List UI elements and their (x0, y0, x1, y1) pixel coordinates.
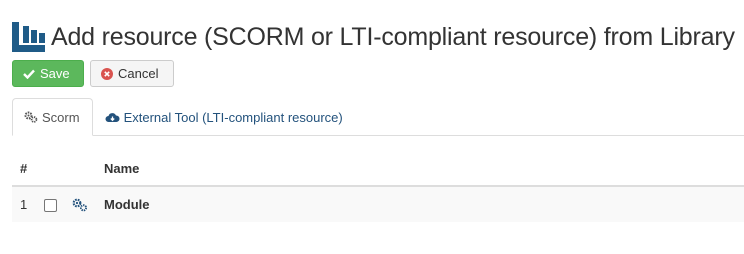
column-header-name: Name (104, 161, 140, 176)
tab-scorm-label: Scorm (42, 109, 80, 125)
row-select-checkbox[interactable] (44, 199, 57, 212)
table-row: 1 Module (12, 187, 744, 222)
save-button[interactable]: Save (12, 60, 84, 87)
tab-scorm[interactable]: Scorm (12, 98, 93, 136)
resource-tabs: Scorm External Tool (LTI-compliant resou… (12, 97, 744, 136)
row-name: Module (104, 197, 150, 212)
save-label: Save (40, 66, 70, 81)
cancel-label: Cancel (118, 66, 159, 81)
toolbar: Save Cancel (12, 60, 174, 87)
page-title: Add resource (SCORM or LTI-compliant res… (51, 22, 735, 51)
resource-table: # Name 1 Module (12, 152, 744, 222)
cloud-download-icon (105, 112, 120, 123)
library-logo-icon (12, 22, 45, 52)
check-icon (23, 69, 35, 79)
cancel-circle-icon (101, 67, 113, 80)
tab-external-tool[interactable]: External Tool (LTI-compliant resource) (93, 99, 356, 136)
page-header: Add resource (SCORM or LTI-compliant res… (12, 22, 735, 52)
row-number: 1 (20, 197, 28, 212)
cancel-button[interactable]: Cancel (90, 60, 174, 87)
table-header-row: # Name (12, 152, 744, 187)
cogs-icon (24, 111, 38, 123)
tab-external-tool-label: External Tool (LTI-compliant resource) (123, 110, 343, 125)
cogs-icon (72, 198, 104, 212)
column-header-number: # (20, 161, 28, 176)
